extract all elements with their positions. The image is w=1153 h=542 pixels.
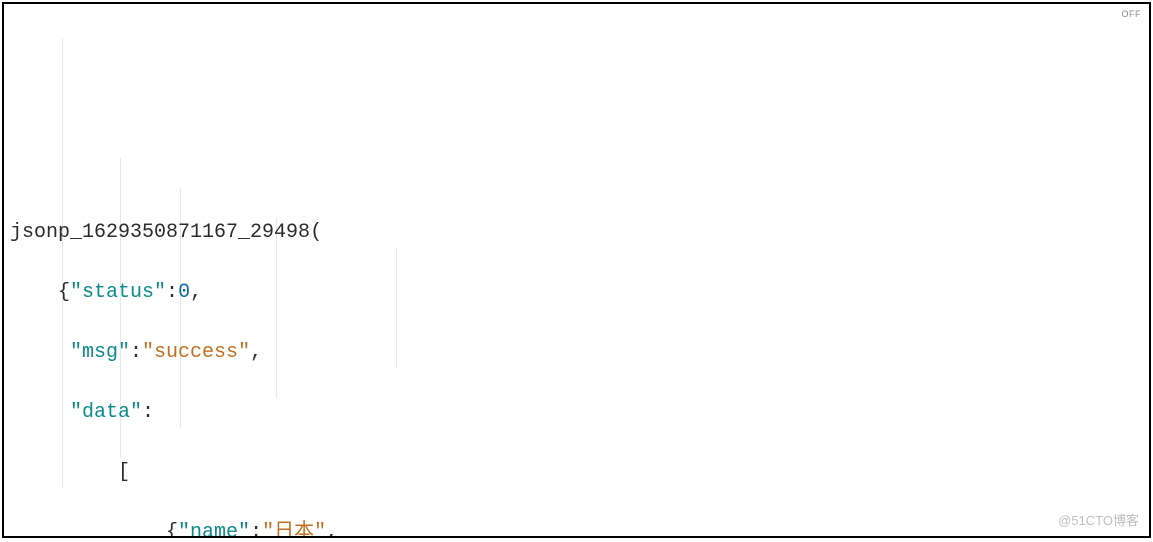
code-block: jsonp_1629350871167_29498( {"status":0, … [4, 4, 1149, 538]
callback-name: jsonp_1629350871167_29498 [10, 221, 310, 244]
json-number: 0 [178, 281, 190, 304]
code-line: {"status":0, [10, 278, 1143, 308]
code-line: [ [10, 458, 1143, 488]
code-line: jsonp_1629350871167_29498( [10, 218, 1143, 248]
json-key: "name" [178, 521, 250, 538]
code-line: {"name":"日本", [10, 518, 1143, 538]
json-key: "data" [70, 401, 142, 424]
json-string: "success" [142, 341, 250, 364]
watermark-text: @51CTO博客 [1058, 511, 1139, 531]
code-line: "data": [10, 398, 1143, 428]
json-key: "status" [70, 281, 166, 304]
json-string: "日本" [262, 521, 326, 538]
code-line: "msg":"success", [10, 338, 1143, 368]
json-key: "msg" [70, 341, 130, 364]
code-container: OFF jsonp_1629350871167_29498( {"status"… [2, 2, 1151, 538]
